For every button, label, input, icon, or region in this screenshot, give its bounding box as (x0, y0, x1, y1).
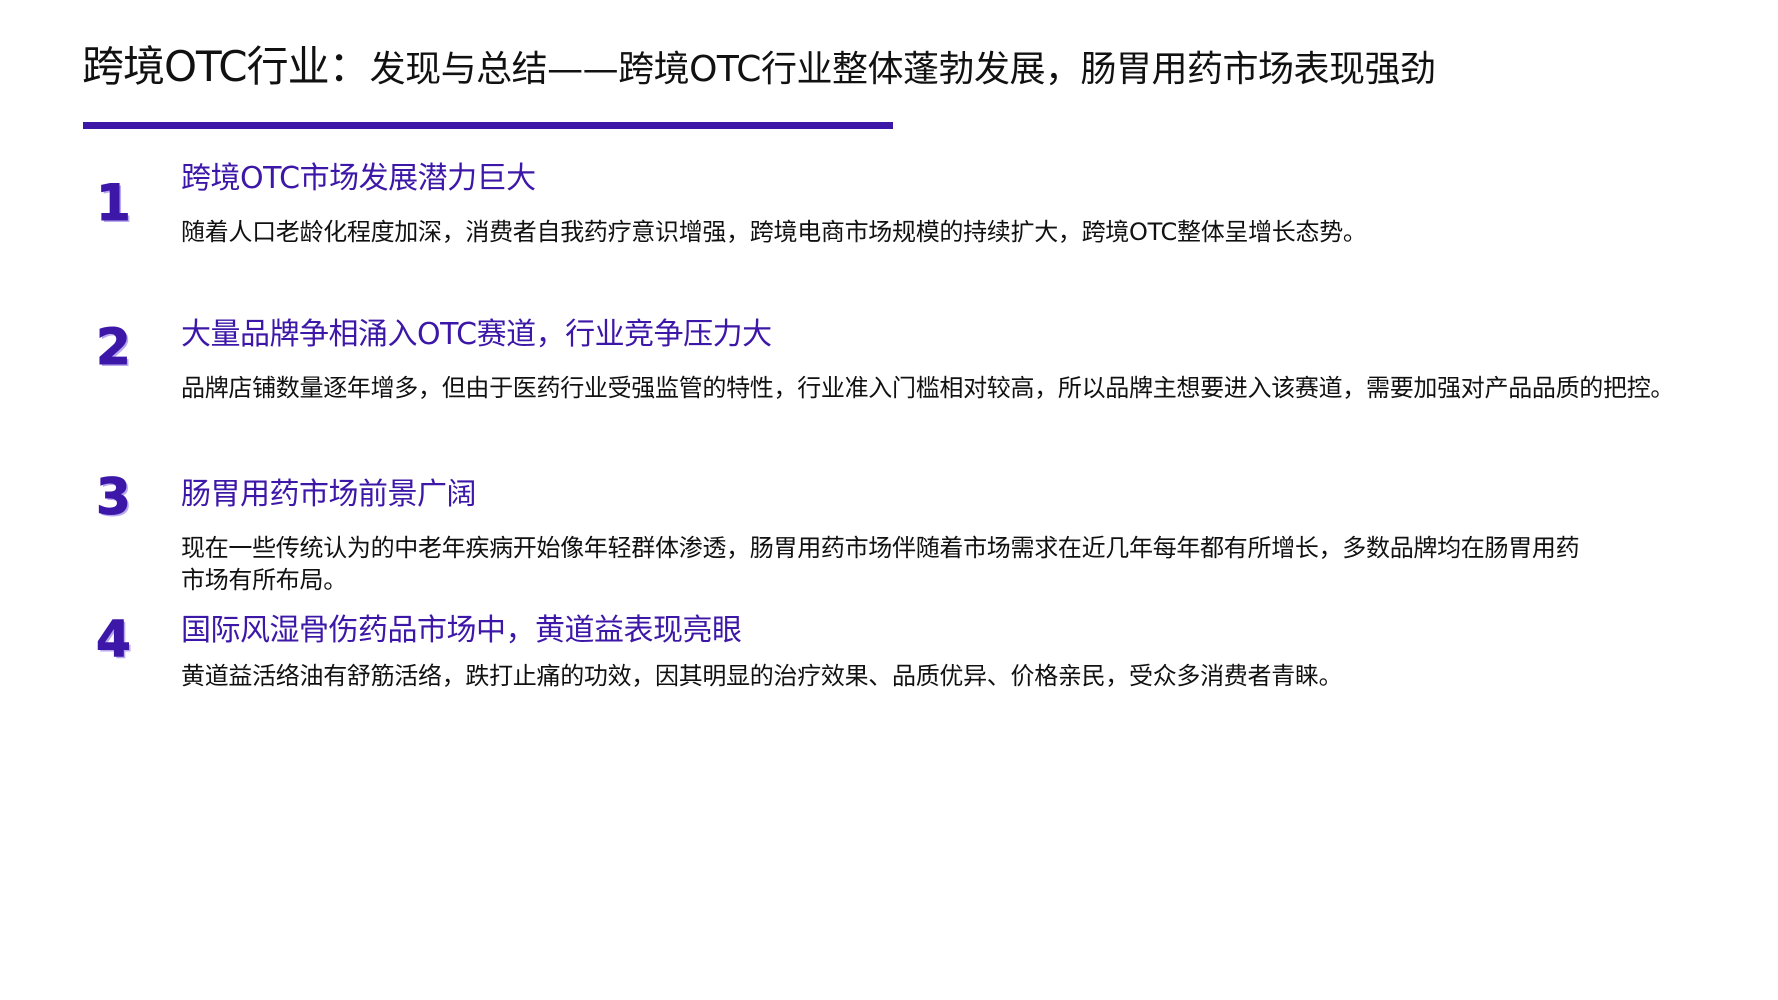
item-number: 1 (96, 174, 132, 232)
item-number: 4 (96, 610, 132, 668)
item-description: 现在一些传统认为的中老年疾病开始像年轻群体渗透，肠胃用药市场伴随着市场需求在近几… (181, 534, 1580, 594)
page-title-sub: 发现与总结——跨境OTC行业整体蓬勃发展，肠胃用药市场表现强劲 (369, 49, 1436, 90)
item-heading: 肠胃用药市场前景广阔 (181, 477, 477, 512)
item-number: 3 (96, 468, 132, 526)
item-heading: 跨境OTC市场发展潜力巨大 (181, 161, 536, 196)
item-heading: 国际风湿骨伤药品市场中，黄道益表现亮眼 (181, 613, 742, 648)
item-description: 黄道益活络油有舒筋活络，跌打止痛的功效，因其明显的治疗效果、品质优异、价格亲民，… (181, 662, 1343, 690)
page-title-main: 跨境OTC行业： (82, 42, 371, 91)
item-description: 随着人口老龄化程度加深，消费者自我药疗意识增强，跨境电商市场规模的持续扩大，跨境… (181, 218, 1367, 246)
item-description: 品牌店铺数量逐年增多，但由于医药行业受强监管的特性，行业准入门槛相对较高，所以品… (181, 374, 1675, 402)
item-number: 2 (96, 318, 132, 376)
title-underline (83, 122, 893, 129)
page-title: 跨境OTC行业：发现与总结——跨境OTC行业整体蓬勃发展，肠胃用药市场表现强劲 (82, 46, 1436, 90)
item-heading: 大量品牌争相涌入OTC赛道，行业竞争压力大 (181, 317, 772, 352)
